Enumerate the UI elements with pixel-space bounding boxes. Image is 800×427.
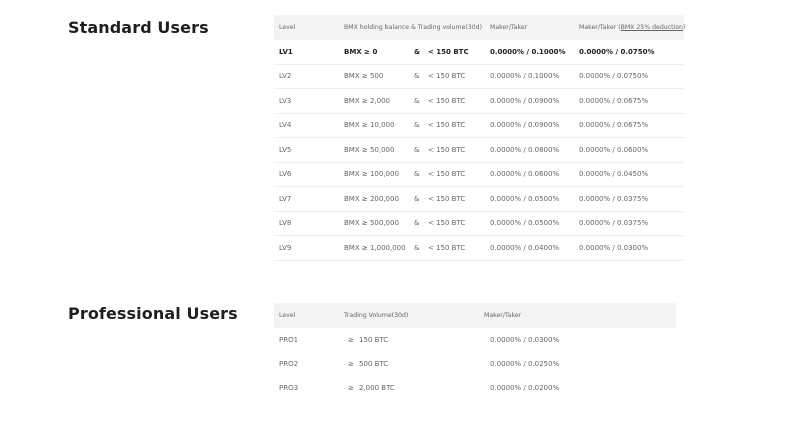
header-balance-volume: BMX holding balance & Trading volume(30d… [344,24,483,31]
volume-cell: < 150 BTC [428,243,466,252]
maker-taker-cell: 0.0000% / 0.0250% [490,360,560,368]
level-cell: LV2 [279,72,292,81]
maker-taker-deduction-cell: 0.0000% / 0.0450% [579,170,649,179]
balance-cell: BMX ≥ 100,000 [344,170,399,179]
table-row: LV3 BMX ≥ 2,000 & < 150 BTC 0.0000% / 0.0900… [274,89,684,114]
level-cell: PRO1 [279,336,299,344]
maker-taker-deduction-cell: 0.0000% / 0.0375% [579,194,649,203]
header-maker-taker-deduction: Maker/Taker (BMX 25% deduction) [579,24,686,31]
maker-taker-cell: 0.0000% / 0.0900% [490,121,560,130]
volume-cell: 150 BTC [359,336,389,344]
level-cell: LV9 [279,243,292,252]
ampersand-cell: & [414,47,421,56]
professional-users-title: Professional Users [68,304,238,323]
header-trading-volume: Trading Volume(30d) [344,312,409,319]
table-row: LV2 BMX ≥ 500 & < 150 BTC 0.0000% / 0.1000% 0… [274,65,684,89]
maker-taker-cell: 0.0000% / 0.1000% [490,47,566,56]
table-row: LV1 BMX ≥ 0 & < 150 BTC 0.0000% / 0.1000% 0.0… [274,40,684,65]
table-row: LV6 BMX ≥ 100,000 & < 150 BTC 0.0000% / 0.06… [274,163,684,187]
volume-cell: < 150 BTC [428,219,466,228]
maker-taker-cell: 0.0000% / 0.0300% [490,336,560,344]
header-deduction-suffix: ) [682,24,686,31]
ampersand-cell: & [414,145,420,154]
standard-users-title: Standard Users [68,18,209,37]
volume-cell: < 150 BTC [428,145,466,154]
table-row: PRO3 ≥2,000 BTC 0.0000% / 0.0200% [274,376,676,400]
volume-cell: < 150 BTC [428,194,466,203]
header-maker-taker: Maker/Taker [490,24,528,31]
volume-cell: < 150 BTC [428,47,469,56]
maker-taker-cell: 0.0000% / 0.0800% [490,145,560,154]
ampersand-cell: & [414,96,420,105]
table-row: PRO1 ≥150 BTC 0.0000% / 0.0300% [274,328,676,352]
maker-taker-deduction-cell: 0.0000% / 0.0300% [579,243,649,252]
level-cell: LV8 [279,219,292,228]
balance-cell: BMX ≥ 0 [344,47,378,56]
table-row: PRO2 ≥500 BTC 0.0000% / 0.0250% [274,352,676,376]
ampersand-cell: & [414,243,420,252]
maker-taker-deduction-cell: 0.0000% / 0.0600% [579,145,649,154]
ampersand-cell: & [414,121,420,130]
maker-taker-deduction-cell: 0.0000% / 0.0675% [579,96,649,105]
maker-taker-cell: 0.0000% / 0.0500% [490,194,560,203]
balance-cell: BMX ≥ 200,000 [344,194,399,203]
volume-cell: 500 BTC [359,360,389,368]
level-cell: LV6 [279,170,292,179]
volume-cell: 2,000 BTC [359,384,395,392]
table-header: Level BMX holding balance & Trading volu… [274,15,686,40]
ampersand-cell: & [414,219,420,228]
level-cell: PRO3 [279,384,299,392]
balance-cell: BMX ≥ 2,000 [344,96,390,105]
header-maker-taker: Maker/Taker [484,312,522,319]
maker-taker-cell: 0.0000% / 0.0900% [490,96,560,105]
header-level: Level [279,312,296,319]
level-cell: PRO2 [279,360,299,368]
balance-cell: BMX ≥ 50,000 [344,145,395,154]
bmx-deduction-link[interactable]: BMX 25% deduction [621,24,683,31]
balance-cell: BMX ≥ 10,000 [344,121,395,130]
maker-taker-cell: 0.0000% / 0.0600% [490,170,560,179]
maker-taker-cell: 0.0000% / 0.0500% [490,219,560,228]
ampersand-cell: & [414,72,420,81]
volume-cell: < 150 BTC [428,170,466,179]
level-cell: LV4 [279,121,292,130]
volume-cell: < 150 BTC [428,72,466,81]
ampersand-cell: & [414,194,420,203]
header-level: Level [279,24,296,31]
level-cell: LV1 [279,47,293,56]
standard-fee-table: Level BMX holding balance & Trading volu… [274,15,686,261]
maker-taker-deduction-cell: 0.0000% / 0.0750% [579,47,655,56]
maker-taker-cell: 0.0000% / 0.0400% [490,243,560,252]
ampersand-cell: & [414,170,420,179]
level-cell: LV5 [279,145,292,154]
volume-cell: < 150 BTC [428,96,466,105]
balance-cell: BMX ≥ 1,000,000 [344,243,406,252]
maker-taker-deduction-cell: 0.0000% / 0.0750% [579,72,649,81]
greater-equal-cell: ≥ [348,336,354,344]
table-row: LV7 BMX ≥ 200,000 & < 150 BTC 0.0000% / 0.05… [274,187,684,212]
balance-cell: BMX ≥ 500 [344,72,384,81]
table-row: LV9 BMX ≥ 1,000,000 & < 150 BTC 0.0000% / 0.… [274,236,684,261]
maker-taker-cell: 0.0000% / 0.1000% [490,72,560,81]
maker-taker-cell: 0.0000% / 0.0200% [490,384,560,392]
header-deduction-prefix: Maker/Taker ( [579,24,621,31]
balance-cell: BMX ≥ 500,000 [344,219,399,228]
level-cell: LV3 [279,96,292,105]
table-row: LV5 BMX ≥ 50,000 & < 150 BTC 0.0000% / 0.080… [274,138,684,163]
maker-taker-deduction-cell: 0.0000% / 0.0675% [579,121,649,130]
table-row: LV8 BMX ≥ 500,000 & < 150 BTC 0.0000% / 0.05… [274,212,684,236]
greater-equal-cell: ≥ [348,384,354,392]
level-cell: LV7 [279,194,292,203]
table-row: LV4 BMX ≥ 10,000 & < 150 BTC 0.0000% / 0.090… [274,114,684,138]
professional-fee-table: Level Trading Volume(30d) Maker/Taker PR… [274,303,676,400]
volume-cell: < 150 BTC [428,121,466,130]
maker-taker-deduction-cell: 0.0000% / 0.0375% [579,219,649,228]
greater-equal-cell: ≥ [348,360,354,368]
table-header: Level Trading Volume(30d) Maker/Taker [274,303,676,328]
